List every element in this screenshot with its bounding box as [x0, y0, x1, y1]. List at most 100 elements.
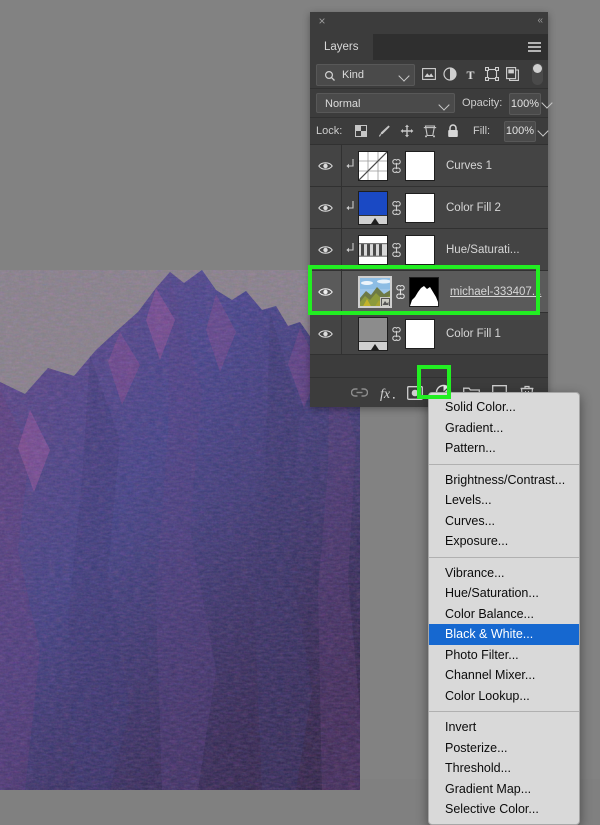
layer-thumbnails [358, 150, 435, 181]
filter-enable-toggle[interactable] [532, 63, 543, 85]
layer-thumbnails [358, 190, 435, 225]
menu-item-hue-saturation[interactable]: Hue/Saturation... [429, 583, 579, 604]
layer-thumbnail-solid-color[interactable] [358, 316, 388, 351]
menu-item-gradient-map[interactable]: Gradient Map... [429, 779, 579, 800]
link-layers-button[interactable] [346, 381, 372, 405]
layer-mask-thumbnail[interactable] [405, 192, 435, 223]
menu-item-black-and-white[interactable]: Black & White... [429, 624, 579, 645]
blend-mode-select[interactable]: Normal [316, 93, 455, 113]
fill-stepper[interactable] [536, 121, 550, 140]
filter-adjustment-layers-icon[interactable] [439, 64, 460, 84]
menu-item-gradient[interactable]: Gradient... [429, 418, 579, 439]
layer-row[interactable]: Hue/Saturati... [310, 229, 548, 271]
filter-type-layers-icon[interactable]: T [460, 64, 481, 84]
layer-mask-link-icon[interactable] [388, 242, 405, 257]
layer-thumbnail-photo[interactable] [358, 275, 392, 308]
menu-item-vibrance[interactable]: Vibrance... [429, 563, 579, 584]
filter-pixel-layers-icon[interactable] [418, 64, 439, 84]
close-icon[interactable]: × [316, 15, 328, 27]
lock-artboard-nesting-icon[interactable] [418, 121, 441, 141]
layer-name: Color Fill 2 [446, 201, 501, 214]
magnifier-icon [324, 69, 336, 81]
clipping-mask-indicator-icon [342, 200, 358, 215]
layer-style-button[interactable]: fx [374, 381, 400, 405]
layer-mask-link-icon[interactable] [388, 326, 405, 341]
menu-item-curves[interactable]: Curves... [429, 511, 579, 532]
lock-image-pixels-icon[interactable] [372, 121, 395, 141]
layer-name: Color Fill 1 [446, 327, 501, 340]
opacity-stepper[interactable] [540, 93, 554, 113]
layer-mask-link-icon[interactable] [388, 200, 405, 215]
menu-item-channel-mixer[interactable]: Channel Mixer... [429, 665, 579, 686]
clipping-mask-indicator-icon [342, 242, 358, 257]
filter-smart-object-icon[interactable] [502, 64, 523, 84]
lock-icons-group [349, 121, 464, 141]
filter-kind-select[interactable]: Kind [316, 64, 415, 86]
fill-input[interactable]: 100% [504, 121, 536, 142]
opacity-label: Opacity: [462, 97, 503, 109]
menu-item-solid-color[interactable]: Solid Color... [429, 397, 579, 418]
menu-separator [429, 463, 579, 465]
chevron-down-icon [438, 99, 450, 111]
layer-row[interactable]: Color Fill 1 [310, 313, 548, 355]
layer-name: michael-333407... [450, 285, 542, 298]
menu-item-selective-color[interactable]: Selective Color... [429, 799, 579, 820]
layer-visibility-icon[interactable] [310, 145, 342, 186]
lock-transparent-pixels-icon[interactable] [349, 121, 372, 141]
layer-visibility-icon[interactable] [310, 271, 342, 312]
layer-row[interactable]: michael-333407... [310, 271, 548, 313]
layer-visibility-icon[interactable] [310, 229, 342, 270]
layer-filter-row: Kind T [310, 60, 548, 89]
menu-item-color-balance[interactable]: Color Balance... [429, 604, 579, 625]
collapse-panel-icon[interactable]: « [537, 15, 542, 26]
layer-thumbnails [358, 316, 435, 351]
layer-thumbnail-curves[interactable] [358, 150, 388, 181]
layer-mask-thumbnail[interactable] [409, 276, 439, 307]
menu-item-exposure[interactable]: Exposure... [429, 531, 579, 552]
blend-mode-row: Normal Opacity: 100% [310, 89, 553, 118]
chevron-down-icon [537, 125, 549, 137]
menu-separator [429, 711, 579, 712]
layers-panel: × « Layers Kind T Normal Opacity: 100% L… [310, 12, 553, 407]
layer-mask-link-icon[interactable] [392, 284, 409, 299]
menu-item-photo-filter[interactable]: Photo Filter... [429, 645, 579, 666]
layer-list-empty-area [310, 355, 548, 377]
layer-thumbnail-solid-color[interactable] [358, 190, 388, 225]
fill-label: Fill: [473, 125, 491, 137]
layer-visibility-icon[interactable] [310, 313, 342, 354]
lock-all-icon[interactable] [441, 121, 464, 141]
layer-list: Curves 1 Color Fill 2 Hue/Saturati... mi… [310, 145, 548, 377]
filter-kind-label: Kind [342, 69, 365, 81]
layer-thumbnails [358, 234, 435, 265]
hamburger-menu-icon[interactable] [528, 42, 541, 52]
blend-mode-value: Normal [325, 98, 361, 110]
chevron-down-icon [398, 70, 410, 82]
add-layer-mask-button[interactable] [402, 381, 428, 405]
menu-item-posterize[interactable]: Posterize... [429, 738, 579, 759]
panel-titlebar: × « [310, 12, 548, 34]
menu-item-invert[interactable]: Invert [429, 717, 579, 738]
layer-thumbnails [358, 275, 439, 308]
mountain-photo-image [0, 150, 360, 790]
layer-row[interactable]: Curves 1 [310, 145, 548, 187]
opacity-input[interactable]: 100% [509, 93, 541, 115]
layer-mask-thumbnail[interactable] [405, 318, 435, 349]
menu-item-brightness-contrast[interactable]: Brightness/Contrast... [429, 470, 579, 491]
tab-layers[interactable]: Layers [310, 34, 373, 60]
menu-item-levels[interactable]: Levels... [429, 490, 579, 511]
layer-mask-link-icon[interactable] [388, 158, 405, 173]
svg-text:fx: fx [380, 387, 391, 401]
menu-separator [429, 556, 579, 558]
menu-item-threshold[interactable]: Threshold... [429, 758, 579, 779]
filter-shape-layers-icon[interactable] [481, 64, 502, 84]
layer-mask-thumbnail[interactable] [405, 150, 435, 181]
menu-item-color-lookup[interactable]: Color Lookup... [429, 686, 579, 707]
layer-row[interactable]: Color Fill 2 [310, 187, 548, 229]
layer-visibility-icon[interactable] [310, 187, 342, 228]
lock-position-icon[interactable] [395, 121, 418, 141]
clipping-mask-indicator-icon [342, 158, 358, 173]
layer-mask-thumbnail[interactable] [405, 234, 435, 265]
lock-row: Lock: Fill: 100% [310, 118, 550, 145]
layer-thumbnail-hue-saturation[interactable] [358, 234, 388, 265]
menu-item-pattern[interactable]: Pattern... [429, 438, 579, 459]
